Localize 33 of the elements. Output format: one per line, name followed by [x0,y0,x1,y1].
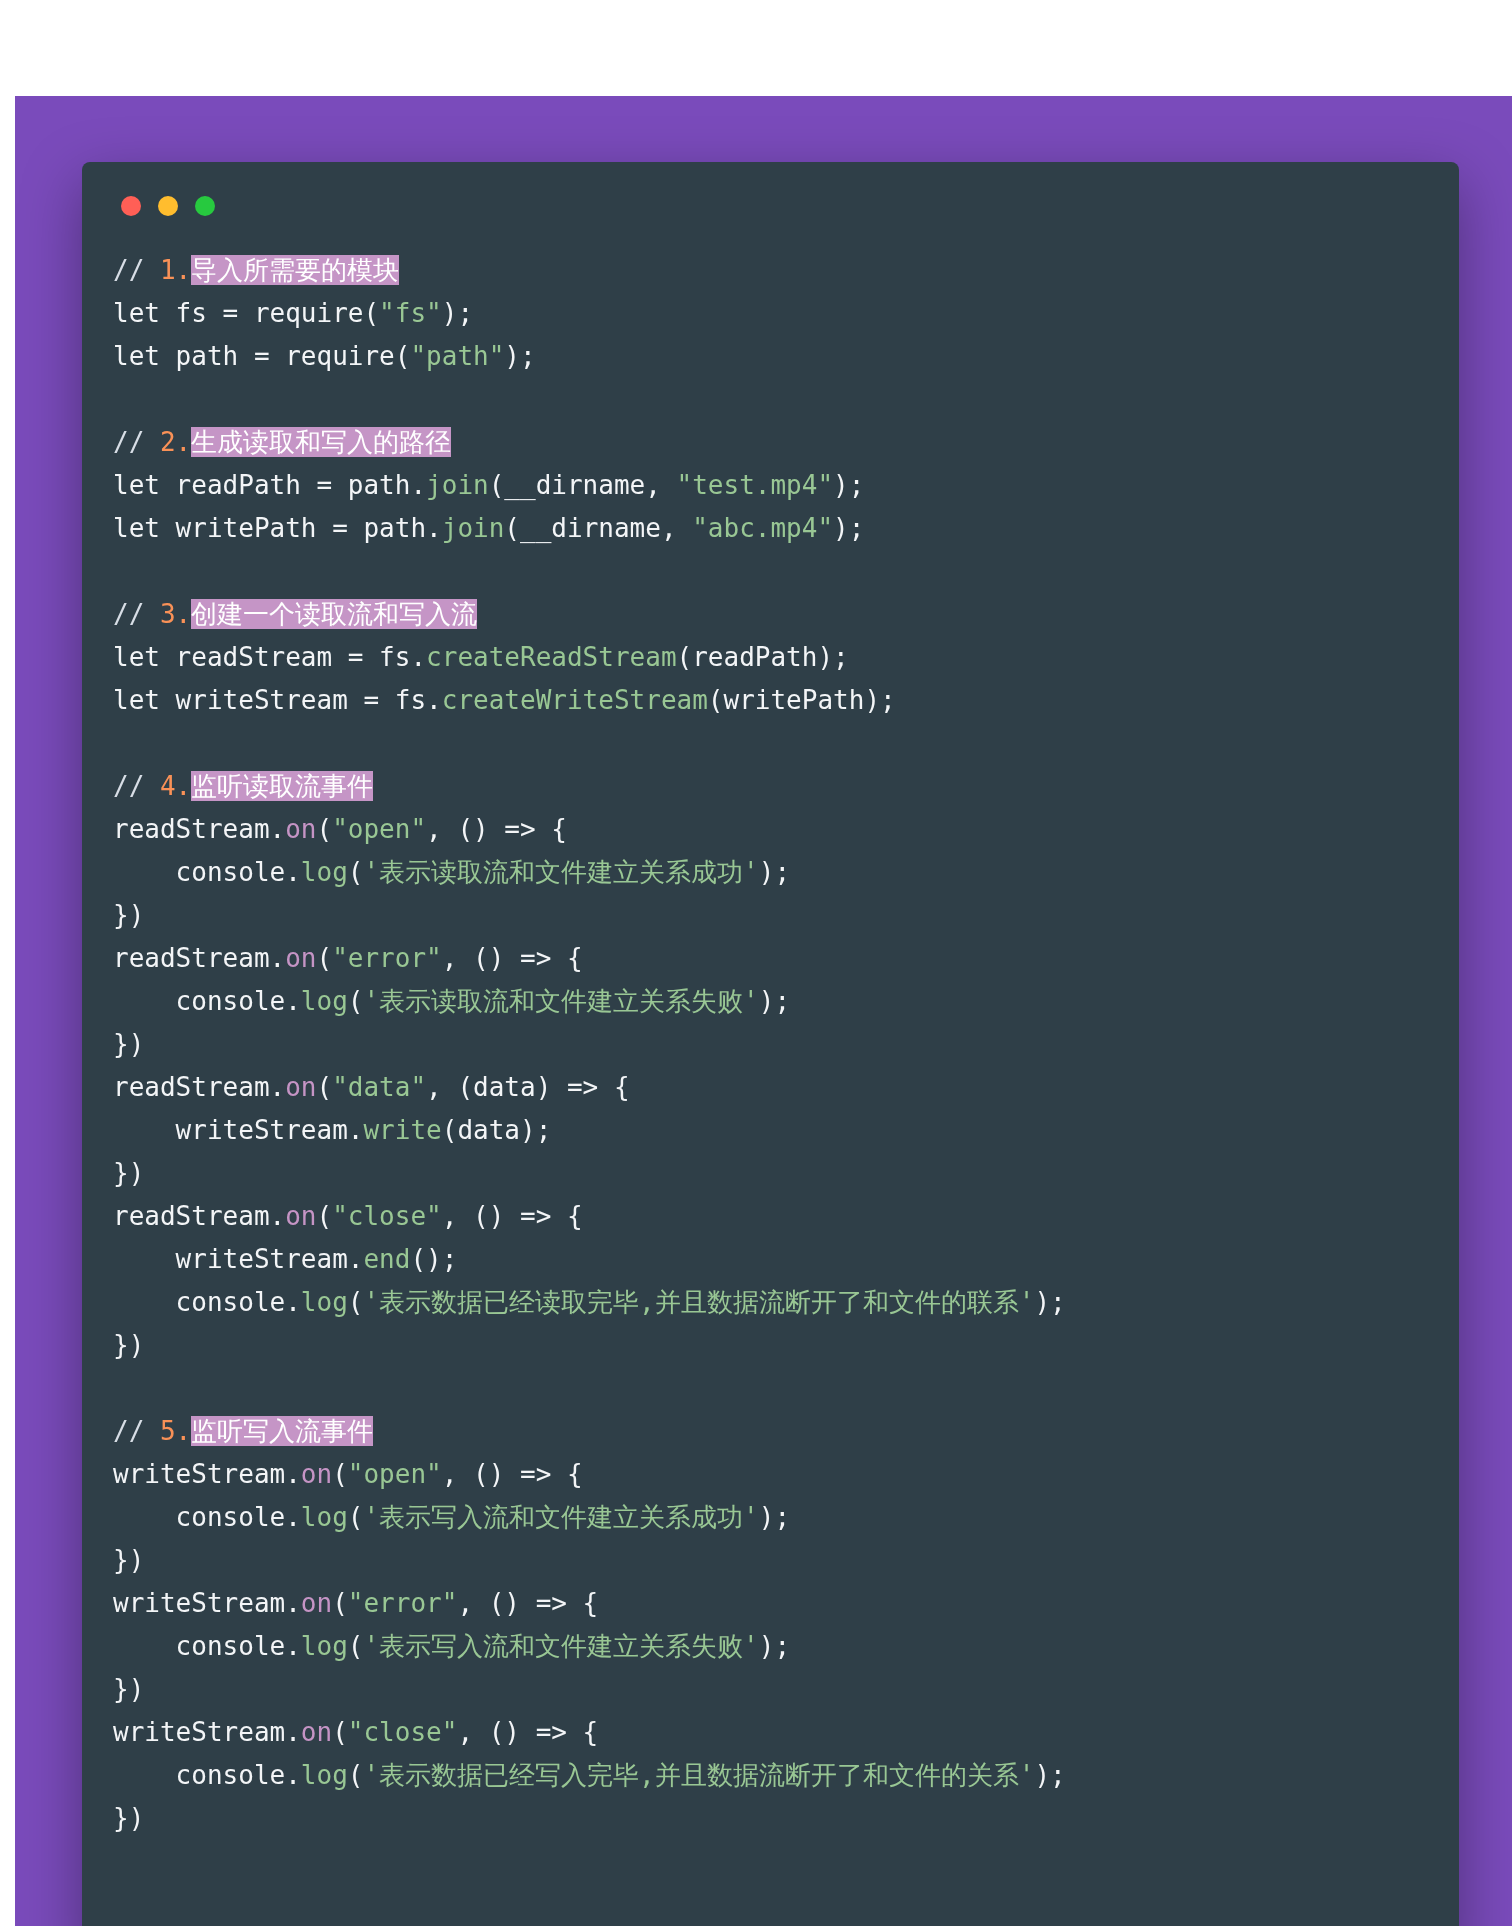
code-line: writeStream.write(data); [174,1114,552,1147]
code-line: }) [113,1157,145,1190]
code-line: // 2.生成读取和写入的路径 [113,426,452,459]
code-line: // 5.监听写入流事件 [113,1415,374,1448]
code-line: }) [113,1673,145,1706]
code-line: console.log('表示读取流和文件建立关系失败'); [174,985,791,1018]
code-line: let writeStream = fs.createWriteStream(writePath); [113,684,896,717]
code-line: let readStream = fs.createReadStream(readPath); [113,641,849,674]
code-line: readStream.on("open", () => { [113,813,567,846]
code-line: console.log('表示读取流和文件建立关系成功'); [174,856,791,889]
code-line: console.log('表示写入流和文件建立关系失败'); [174,1630,791,1663]
code-line: console.log('表示数据已经写入完毕,并且数据流断开了和文件的关系'); [174,1759,1066,1792]
code-line: let fs = require("fs"); [113,297,474,330]
code-line: }) [113,1028,145,1061]
code-line: }) [113,1802,145,1835]
code-line: let writePath = path.join(__dirname, "abc.mp4"); [113,512,865,545]
code-line: readStream.on("error", () => { [113,942,583,975]
code-line: // 3.创建一个读取流和写入流 [113,598,478,631]
code-line: let readPath = path.join(__dirname, "test.mp4"); [113,469,865,502]
code-line: }) [113,1329,145,1362]
code-line: readStream.on("close", () => { [113,1200,583,1233]
code-line: console.log('表示写入流和文件建立关系成功'); [174,1501,791,1534]
code-line: // 4.监听读取流事件 [113,770,374,803]
code-line: let path = require("path"); [113,340,536,373]
code-line: }) [113,899,145,932]
code-line: writeStream.end(); [174,1243,458,1276]
code-line: writeStream.on("close", () => { [113,1716,599,1749]
code-line: writeStream.on("open", () => { [113,1458,583,1491]
code-line: writeStream.on("error", () => { [113,1587,599,1620]
code-line: // 1.导入所需要的模块 [113,254,400,287]
code-line: console.log('表示数据已经读取完毕,并且数据流断开了和文件的联系'); [174,1286,1066,1319]
code-line: }) [113,1544,145,1577]
code-line: readStream.on("data", (data) => { [113,1071,630,1104]
